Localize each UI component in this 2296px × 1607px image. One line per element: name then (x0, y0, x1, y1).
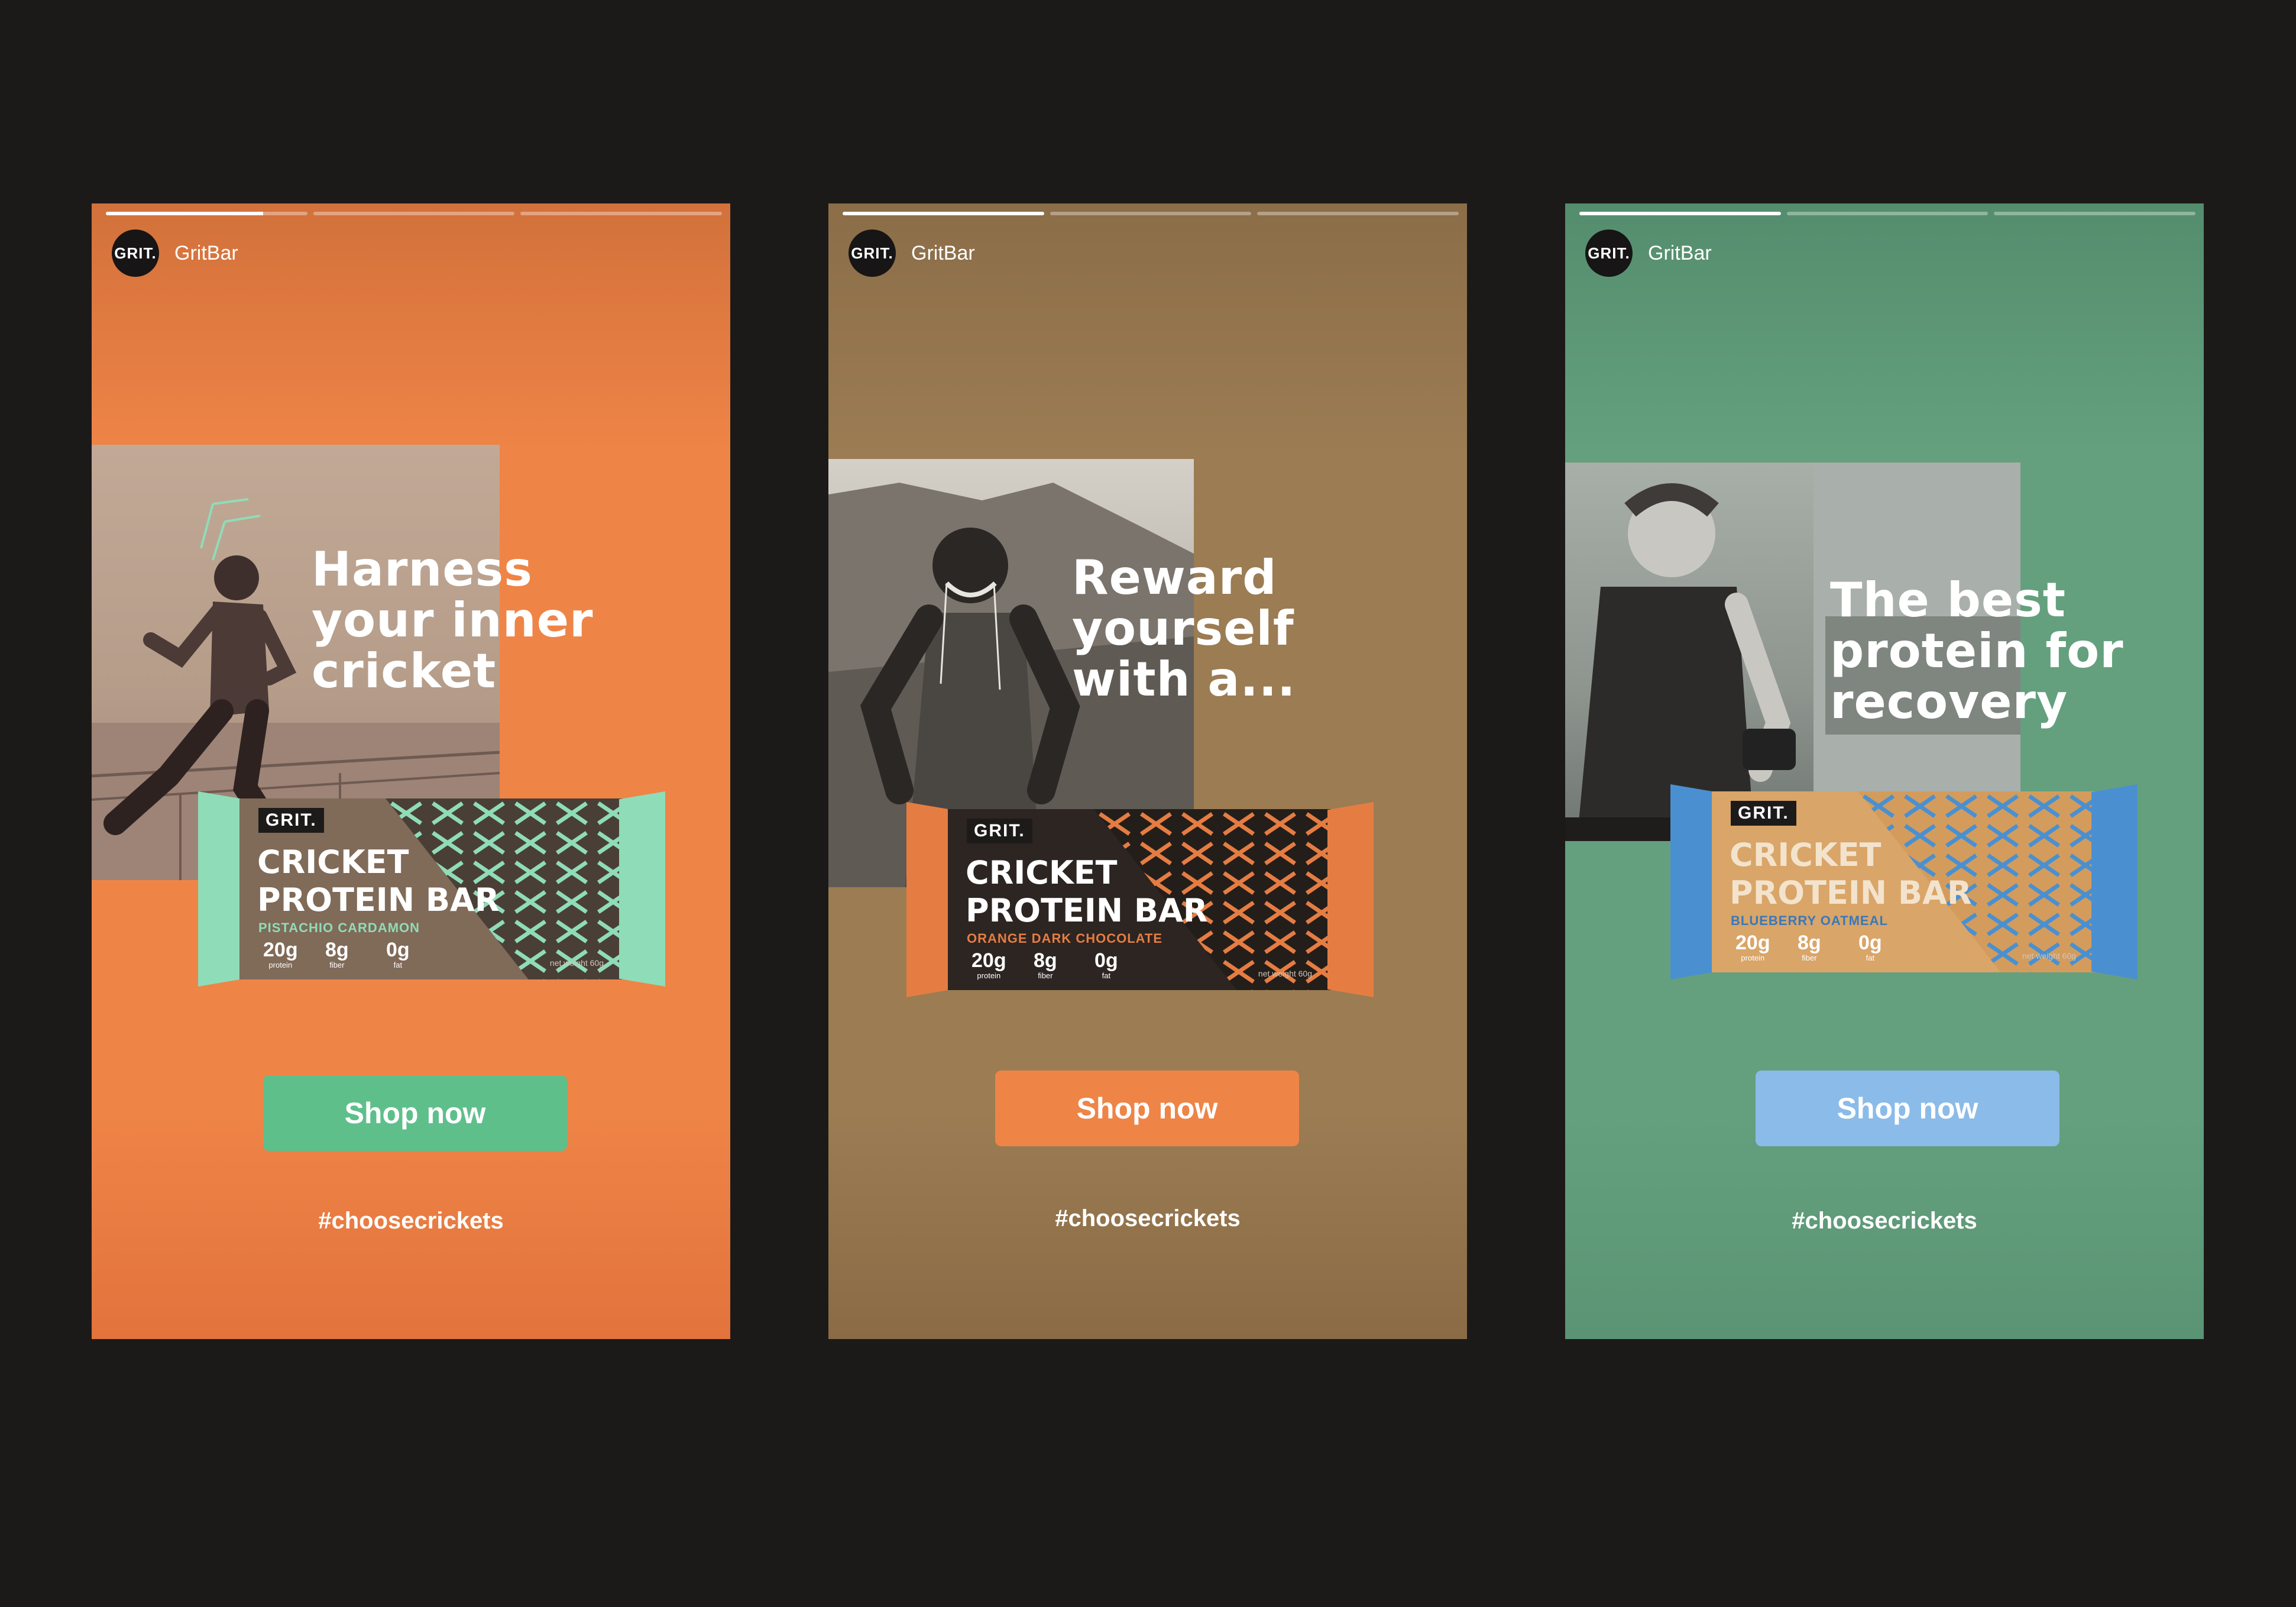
product-name-line: PROTEIN BAR (966, 892, 1208, 929)
product-name-line: CRICKET (257, 843, 409, 881)
net-weight: net weight 60g (549, 958, 604, 968)
protein-bar-product: GRIT. CRICKET PROTEIN BAR ORANGE DARK CH… (906, 802, 1374, 997)
account-name[interactable]: GritBar (911, 242, 975, 265)
nutrition-fat: 0g fat (1858, 932, 1882, 962)
story-headline: Reward yourself with a... (1072, 552, 1296, 705)
progress-segment (313, 212, 515, 215)
nutrition-fiber: 8g fiber (1798, 932, 1821, 962)
nutrition-protein: 20g protein (263, 939, 298, 969)
progress-segment (106, 212, 307, 215)
headline-line: cricket (312, 644, 497, 699)
wrapper-end-right (619, 791, 665, 987)
headline-line: Harness (312, 542, 533, 597)
nutrition-fiber: 8g fiber (325, 939, 349, 969)
story-header[interactable]: GRIT. GritBar (849, 229, 975, 277)
account-name[interactable]: GritBar (1648, 242, 1712, 265)
product-name-line: CRICKET (1730, 836, 1882, 874)
story-header[interactable]: GRIT. GritBar (1585, 229, 1712, 277)
protein-bar-product: GRIT. CRICKET PROTEIN BAR PISTACHIO CARD… (198, 791, 665, 987)
headline-line: with a... (1072, 652, 1296, 707)
wrapper-end-right (2091, 784, 2138, 979)
product-flavor: ORANGE DARK CHOCOLATE (967, 931, 1163, 946)
wrapper-end-left (198, 791, 244, 987)
headline-line: yourself (1072, 601, 1294, 656)
wrapper-end-left (1670, 784, 1717, 979)
net-weight: net weight 60g (2022, 951, 2076, 961)
avatar[interactable]: GRIT. (112, 229, 159, 277)
wrapper-end-left (906, 802, 953, 997)
progress-fill (106, 212, 263, 215)
product-name-line: PROTEIN BAR (1730, 874, 1972, 911)
bar-wrapper: GRIT. CRICKET PROTEIN BAR BLUEBERRY OATM… (1712, 791, 2096, 972)
nutrition-fat: 0g fat (386, 939, 410, 969)
product-flavor: PISTACHIO CARDAMON (258, 920, 420, 935)
account-name[interactable]: GritBar (174, 242, 238, 265)
product-name-line: PROTEIN BAR (257, 881, 500, 919)
hashtag: #choosecrickets (1055, 1205, 1241, 1231)
headline-line: protein for (1830, 623, 2124, 678)
story-headline: Harness your inner cricket (312, 544, 593, 697)
story-card-1[interactable]: GRIT. GritBar Harness your inner cricket (92, 203, 730, 1339)
nutrition-protein: 20g protein (1735, 932, 1770, 962)
headline-line: your inner (312, 593, 594, 648)
progress-segment (1994, 212, 2196, 215)
headline-line: The best (1830, 573, 2067, 628)
story-headline: The best protein for recovery (1830, 575, 2124, 727)
nutrition-fat: 0g fat (1094, 949, 1118, 980)
brand-logo: GRIT. (967, 819, 1032, 843)
wrapper-end-right (1327, 802, 1374, 997)
product-name: CRICKET PROTEIN BAR (966, 854, 1207, 930)
hashtag: #choosecrickets (318, 1208, 504, 1234)
bar-wrapper: GRIT. CRICKET PROTEIN BAR ORANGE DARK CH… (948, 809, 1332, 990)
story-progress (1579, 212, 2196, 215)
story-card-3[interactable]: GRIT. GritBar The best protein for recov… (1565, 203, 2204, 1339)
progress-segment (1050, 212, 1252, 215)
product-name: CRICKET PROTEIN BAR (1730, 836, 1971, 912)
nutrition-fiber: 8g fiber (1034, 949, 1057, 980)
nutrition-protein: 20g protein (971, 949, 1006, 980)
progress-segment (1257, 212, 1459, 215)
product-flavor: BLUEBERRY OATMEAL (1731, 913, 1888, 928)
progress-segment (1786, 212, 1989, 215)
progress-segment (843, 212, 1044, 215)
hashtag: #choosecrickets (1792, 1208, 1977, 1234)
story-card-2[interactable]: GRIT. GritBar Reward yourself with a... … (828, 203, 1467, 1339)
bar-wrapper: GRIT. CRICKET PROTEIN BAR PISTACHIO CARD… (239, 798, 624, 979)
product-name-line: CRICKET (966, 854, 1118, 891)
net-weight: net weight 60g (1258, 969, 1312, 978)
progress-segment (520, 212, 723, 215)
avatar[interactable]: GRIT. (849, 229, 896, 277)
headline-line: recovery (1830, 674, 2068, 729)
story-header[interactable]: GRIT. GritBar (112, 229, 238, 277)
progress-segment (1579, 212, 1781, 215)
progress-fill (1579, 212, 1781, 215)
brand-logo: GRIT. (1731, 801, 1796, 826)
shop-now-button[interactable]: Shop now (263, 1075, 567, 1151)
shop-now-button[interactable]: Shop now (1756, 1071, 2059, 1146)
product-name: CRICKET PROTEIN BAR (257, 843, 499, 919)
progress-fill (843, 212, 1044, 215)
brand-logo: GRIT. (258, 808, 324, 833)
story-progress (843, 212, 1459, 215)
story-progress (106, 212, 723, 215)
shop-now-button[interactable]: Shop now (995, 1071, 1299, 1146)
avatar[interactable]: GRIT. (1585, 229, 1633, 277)
headline-line: Reward (1072, 550, 1277, 605)
protein-bar-product: GRIT. CRICKET PROTEIN BAR BLUEBERRY OATM… (1670, 784, 2138, 979)
